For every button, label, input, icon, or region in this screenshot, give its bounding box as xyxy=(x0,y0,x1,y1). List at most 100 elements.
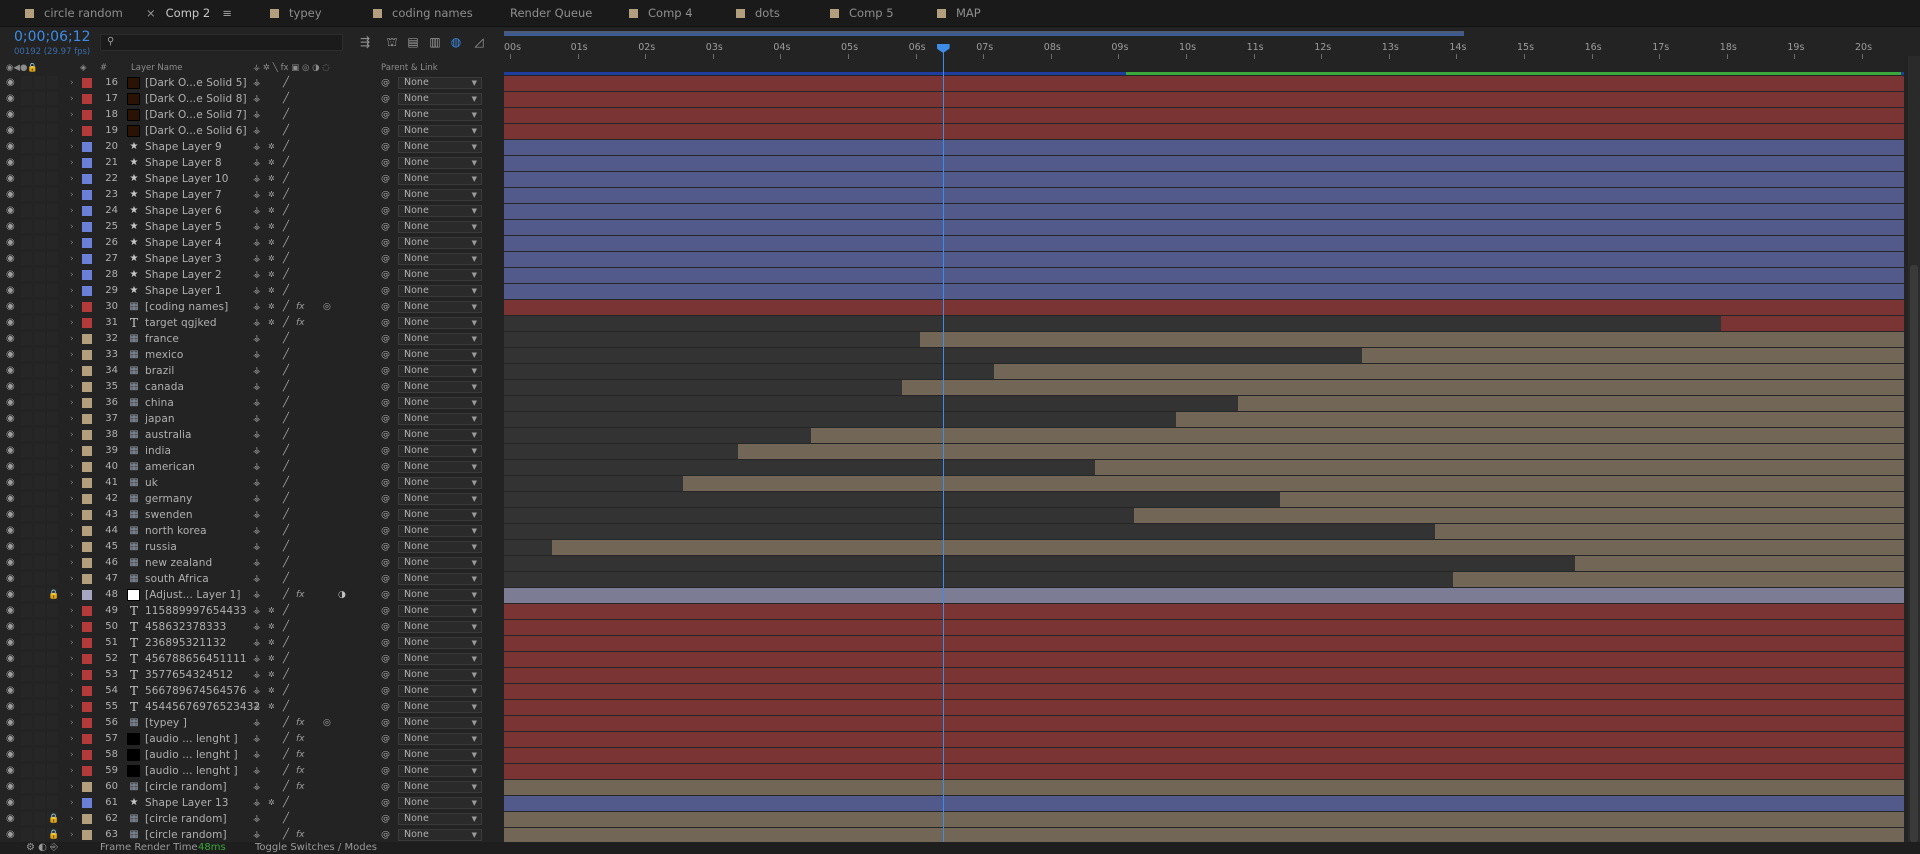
visibility-eye-icon[interactable]: ◉ xyxy=(6,459,18,475)
effects-switch-icon[interactable]: fx xyxy=(296,315,305,331)
layer-name[interactable]: [Adjust... Layer 1] xyxy=(145,587,241,603)
solo-toggle[interactable] xyxy=(34,156,45,169)
expand-chevron-icon[interactable]: › xyxy=(70,491,74,507)
quality-switch-icon[interactable]: ╱ xyxy=(283,91,289,107)
layer-duration-bar[interactable] xyxy=(504,252,1904,267)
audio-toggle[interactable] xyxy=(21,172,32,185)
layer-row[interactable]: ◉ › 22 ★ Shape Layer 10 ⚶ ✲ ╱ @ None ▼ xyxy=(0,171,500,187)
expand-chevron-icon[interactable]: › xyxy=(70,619,74,635)
shy-switch-icon[interactable]: ⚶ xyxy=(253,811,261,827)
parent-dropdown[interactable]: None ▼ xyxy=(398,701,482,713)
visibility-eye-icon[interactable]: ◉ xyxy=(6,715,18,731)
layer-duration-bar[interactable] xyxy=(683,476,1904,491)
quality-switch-icon[interactable]: ╱ xyxy=(283,267,289,283)
label-color-swatch[interactable] xyxy=(82,462,92,472)
layer-name[interactable]: Shape Layer 10 xyxy=(145,171,229,187)
quality-switch-icon[interactable]: ╱ xyxy=(283,155,289,171)
lock-toggle[interactable] xyxy=(47,188,58,201)
shy-switch-icon[interactable]: ⚶ xyxy=(253,491,261,507)
layer-name[interactable]: american xyxy=(145,459,195,475)
shy-switch-icon[interactable]: ⚶ xyxy=(253,251,261,267)
visibility-eye-icon[interactable]: ◉ xyxy=(6,795,18,811)
expand-chevron-icon[interactable]: › xyxy=(70,763,74,779)
audio-toggle[interactable] xyxy=(21,604,32,617)
tab-render-queue[interactable]: Render Queue xyxy=(510,0,592,27)
lock-icon[interactable]: 🔒 xyxy=(48,811,59,827)
layer-duration-bar[interactable] xyxy=(504,668,1904,683)
shy-switch-icon[interactable]: ⚶ xyxy=(253,299,261,315)
layer-row[interactable]: ◉ › 43 ▦ swenden ⚶ ╱ @ None ▼ xyxy=(0,507,500,523)
expand-chevron-icon[interactable]: › xyxy=(70,507,74,523)
effects-switch-icon[interactable]: fx xyxy=(296,827,305,843)
parent-pick-whip-icon[interactable]: @ xyxy=(381,139,390,155)
motion-blur-switch-icon[interactable]: ◎ xyxy=(323,715,331,731)
lock-toggle[interactable] xyxy=(47,284,58,297)
layer-name[interactable]: 236895321132 xyxy=(145,635,226,651)
lock-toggle[interactable] xyxy=(47,508,58,521)
layer-duration-bar[interactable] xyxy=(1176,412,1904,427)
collapse-switch-icon[interactable]: ✲ xyxy=(268,187,275,203)
expand-chevron-icon[interactable]: › xyxy=(70,139,74,155)
lock-toggle[interactable] xyxy=(47,412,58,425)
lock-icon[interactable]: 🔒 xyxy=(48,827,59,843)
label-color-swatch[interactable] xyxy=(82,830,92,840)
quality-switch-icon[interactable]: ╱ xyxy=(283,539,289,555)
solo-toggle[interactable] xyxy=(34,476,45,489)
lock-toggle[interactable] xyxy=(47,140,58,153)
lock-toggle[interactable] xyxy=(47,268,58,281)
parent-pick-whip-icon[interactable]: @ xyxy=(381,667,390,683)
layer-row[interactable]: ◉ › 52 T 456788656451111 ⚶ ✲ ╱ @ None ▼ xyxy=(0,651,500,667)
quality-switch-icon[interactable]: ╱ xyxy=(283,603,289,619)
visibility-eye-icon[interactable]: ◉ xyxy=(6,315,18,331)
quality-switch-icon[interactable]: ╱ xyxy=(283,251,289,267)
layer-row[interactable]: ◉ › 39 ▦ india ⚶ ╱ @ None ▼ xyxy=(0,443,500,459)
audio-toggle[interactable] xyxy=(21,620,32,633)
layer-name[interactable]: [coding names] xyxy=(145,299,228,315)
layer-duration-bar[interactable] xyxy=(504,652,1904,667)
quality-switch-icon[interactable]: ╱ xyxy=(283,619,289,635)
visibility-eye-icon[interactable]: ◉ xyxy=(6,747,18,763)
solo-toggle[interactable] xyxy=(34,716,45,729)
layer-row[interactable]: ◉ › 60 ▦ [circle random] ⚶ ╱ fx @ None ▼ xyxy=(0,779,500,795)
shy-switch-icon[interactable]: ⚶ xyxy=(253,555,261,571)
layer-row[interactable]: ◉ › 28 ★ Shape Layer 2 ⚶ ✲ ╱ @ None ▼ xyxy=(0,267,500,283)
label-color-swatch[interactable] xyxy=(82,238,92,248)
quality-switch-icon[interactable]: ╱ xyxy=(283,507,289,523)
audio-toggle[interactable] xyxy=(21,380,32,393)
solo-toggle[interactable] xyxy=(34,460,45,473)
parent-pick-whip-icon[interactable]: @ xyxy=(381,811,390,827)
lock-toggle[interactable] xyxy=(47,156,58,169)
effects-switch-icon[interactable]: fx xyxy=(296,747,305,763)
layer-row[interactable]: ◉ › 19 [Dark O...e Solid 6] ⚶ ╱ @ None ▼ xyxy=(0,123,500,139)
parent-dropdown[interactable]: None ▼ xyxy=(398,573,482,585)
solo-toggle[interactable] xyxy=(34,620,45,633)
label-color-swatch[interactable] xyxy=(82,478,92,488)
visibility-eye-icon[interactable]: ◉ xyxy=(6,75,18,91)
layer-duration-bar[interactable] xyxy=(1720,316,1904,331)
expand-chevron-icon[interactable]: › xyxy=(70,315,74,331)
visibility-eye-icon[interactable]: ◉ xyxy=(6,811,18,827)
quality-switch-icon[interactable]: ╱ xyxy=(283,491,289,507)
frame-blending-icon[interactable]: ▥ xyxy=(426,34,444,51)
shy-switch-icon[interactable]: ⚶ xyxy=(253,651,261,667)
quality-switch-icon[interactable]: ╱ xyxy=(283,283,289,299)
solo-toggle[interactable] xyxy=(34,284,45,297)
visibility-eye-icon[interactable]: ◉ xyxy=(6,267,18,283)
visibility-eye-icon[interactable]: ◉ xyxy=(6,603,18,619)
layer-name[interactable]: [Dark O...e Solid 6] xyxy=(145,123,247,139)
shy-switch-icon[interactable]: ⚶ xyxy=(253,619,261,635)
quality-switch-icon[interactable]: ╱ xyxy=(283,811,289,827)
layer-name[interactable]: uk xyxy=(145,475,158,491)
label-color-swatch[interactable] xyxy=(82,686,92,696)
layer-name[interactable]: swenden xyxy=(145,507,193,523)
layer-row[interactable]: ◉ › 61 ★ Shape Layer 13 ⚶ ✲ ╱ @ None ▼ xyxy=(0,795,500,811)
shy-switch-icon[interactable]: ⚶ xyxy=(253,379,261,395)
parent-dropdown[interactable]: None ▼ xyxy=(398,653,482,665)
adjustment-switch-icon[interactable]: ◑ xyxy=(338,587,346,603)
parent-pick-whip-icon[interactable]: @ xyxy=(381,779,390,795)
layer-duration-bar[interactable] xyxy=(551,540,1904,555)
parent-dropdown[interactable]: None ▼ xyxy=(398,493,482,505)
parent-pick-whip-icon[interactable]: @ xyxy=(381,571,390,587)
collapse-switch-icon[interactable]: ✲ xyxy=(268,203,275,219)
expand-chevron-icon[interactable]: › xyxy=(70,459,74,475)
